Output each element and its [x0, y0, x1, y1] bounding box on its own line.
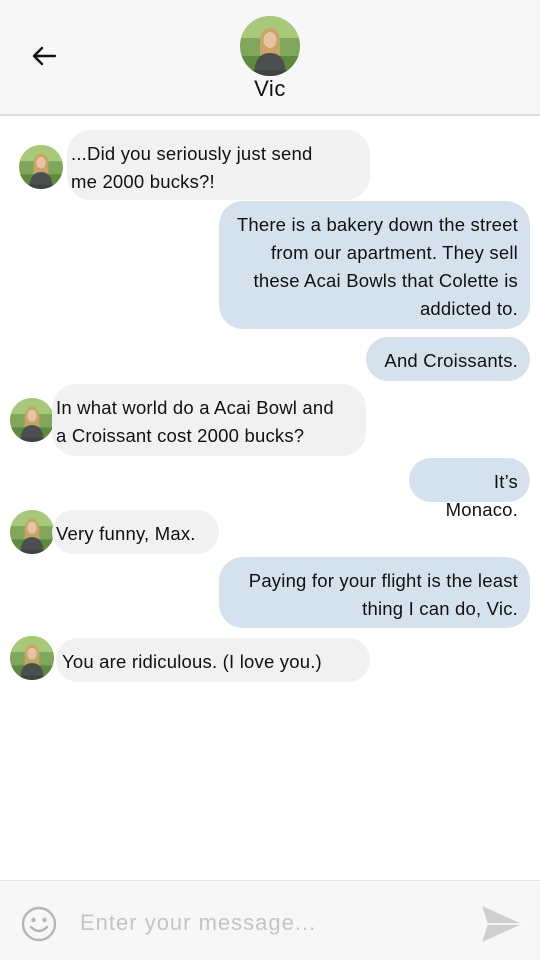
message-outgoing: Paying for your flight is the least thin…	[219, 557, 530, 628]
contact-avatar[interactable]	[240, 16, 300, 76]
contact-avatar-small[interactable]	[19, 145, 63, 189]
emoji-button[interactable]	[20, 905, 58, 943]
chat-header: Vic	[0, 0, 540, 116]
back-button[interactable]	[26, 38, 62, 74]
contact-avatar-small[interactable]	[10, 398, 54, 442]
message-outgoing: And Croissants.	[366, 337, 530, 381]
contact-name: Vic	[254, 76, 286, 101]
message-outgoing: It’s Monaco.	[409, 458, 530, 520]
message-incoming: ...Did you seriously just send me 2000 b…	[67, 130, 370, 200]
contact-avatar-small[interactable]	[10, 636, 54, 680]
contact-avatar-small[interactable]	[10, 510, 54, 554]
message-incoming: Very funny, Max.	[52, 510, 219, 554]
message-composer	[0, 880, 540, 960]
send-icon	[482, 906, 522, 942]
message-incoming: In what world do a Acai Bowl and a Crois…	[52, 384, 366, 456]
arrow-left-icon	[32, 46, 57, 66]
message-input[interactable]	[80, 903, 460, 943]
message-incoming: You are ridiculous. (I love you.)	[56, 638, 370, 682]
smiley-icon	[21, 906, 57, 942]
send-button[interactable]	[480, 904, 524, 944]
message-outgoing: There is a bakery down the street from o…	[219, 201, 530, 329]
